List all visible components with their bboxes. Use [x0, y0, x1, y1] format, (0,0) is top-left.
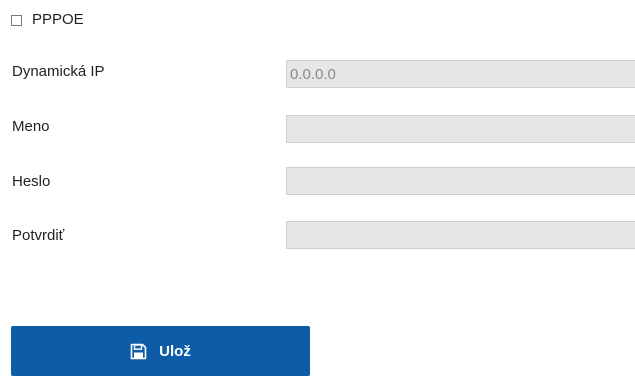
pppoe-option[interactable]: PPPOE [11, 8, 84, 30]
confirm-password-label: Potvrdiť [12, 227, 65, 244]
password-field[interactable] [286, 167, 635, 195]
password-label: Heslo [12, 173, 51, 190]
pppoe-checkbox[interactable] [11, 14, 22, 26]
save-button[interactable]: Ulož [11, 326, 310, 376]
dynamic-ip-label: Dynamická IP [12, 63, 105, 80]
save-button-label: Ulož [159, 342, 191, 360]
pppoe-label: PPPOE [32, 10, 84, 28]
dynamic-ip-field[interactable] [286, 60, 635, 88]
username-field[interactable] [286, 115, 635, 143]
confirm-password-field[interactable] [286, 221, 635, 249]
username-label: Meno [12, 118, 50, 135]
save-icon [130, 343, 147, 360]
